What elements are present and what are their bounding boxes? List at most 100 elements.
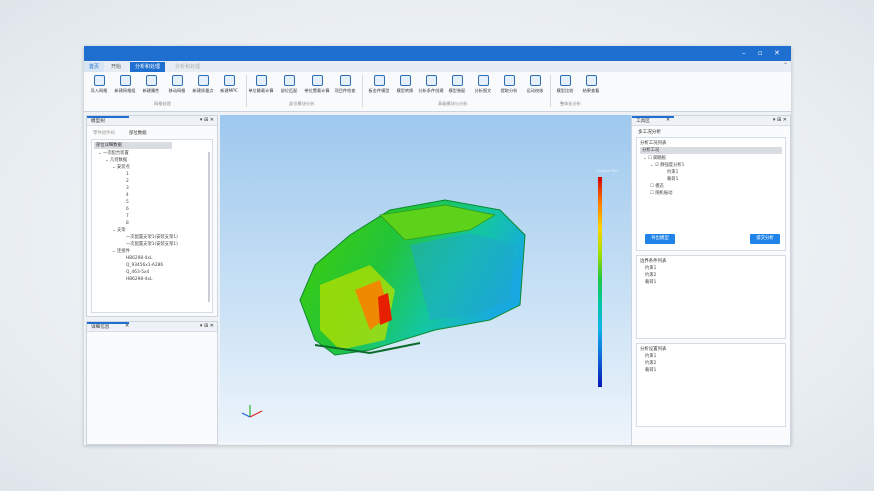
close-tab-icon[interactable]: ✕ bbox=[125, 323, 129, 329]
tab-part-data[interactable]: 部位数据 bbox=[129, 130, 147, 136]
tree-item[interactable]: ⌄ 一次配合装置 bbox=[98, 150, 178, 157]
tree-item[interactable]: 8 bbox=[98, 220, 178, 227]
list-item[interactable]: 载荷1 bbox=[645, 279, 656, 286]
tab-analysis[interactable]: 分析和处理 bbox=[130, 62, 166, 72]
tree-item[interactable]: 4 bbox=[98, 192, 178, 199]
new-property-button[interactable]: 新建属性 bbox=[138, 75, 164, 94]
list-item[interactable]: 载荷1 bbox=[645, 367, 656, 374]
model-tree-panel: 模型树 ▾ ⊞ ✕ 零件组件树 部位数据 部位详细数据 ⌄ 一次配合装置 ⌄ 几… bbox=[86, 115, 218, 317]
tree-item[interactable]: 2 bbox=[98, 178, 178, 185]
restore-icon[interactable]: ▫ bbox=[758, 49, 763, 57]
analysis-report-button[interactable]: 分析报文 bbox=[470, 75, 496, 94]
ribbon-separator bbox=[362, 75, 363, 107]
property-icon bbox=[145, 75, 157, 86]
panel-header: 模型树 ▾ ⊞ ✕ bbox=[87, 116, 217, 126]
mass-point-icon bbox=[197, 75, 209, 86]
list-item[interactable]: 约束1 bbox=[645, 353, 656, 360]
list-item[interactable]: 约束2 bbox=[645, 360, 656, 367]
unit-static-calc-button[interactable]: 单位静载计算 bbox=[248, 75, 274, 94]
part-check-button[interactable]: 项目件检查 bbox=[332, 75, 358, 94]
panel-title: 详细信息 bbox=[91, 325, 110, 330]
minimize-icon[interactable]: – bbox=[742, 49, 746, 57]
model-assembly-button[interactable]: 模型装配 bbox=[444, 75, 470, 94]
check-icon bbox=[339, 75, 351, 86]
new-mpc-button[interactable]: 新建MPC bbox=[216, 75, 242, 94]
tab-home[interactable]: 首页 bbox=[84, 62, 105, 72]
list-title: 分析设置列表 bbox=[640, 347, 667, 352]
motion-check-button[interactable]: 运动校核 bbox=[522, 75, 548, 94]
tree-item[interactable]: 约束1 bbox=[643, 169, 684, 176]
export-model-button[interactable]: 导出模型 bbox=[645, 234, 675, 244]
button-label: 新建属性 bbox=[142, 88, 160, 93]
tree-item[interactable]: 7 bbox=[98, 213, 178, 220]
mesh-group-icon bbox=[119, 75, 131, 86]
tree-item[interactable]: Q_463-5x4 bbox=[98, 269, 178, 276]
tree-item[interactable]: HB6298-4xL bbox=[98, 276, 178, 283]
submit-analysis-button[interactable]: 提交分析 bbox=[750, 234, 780, 244]
button-label: 分析报文 bbox=[474, 88, 492, 93]
close-icon[interactable]: ✕ bbox=[774, 49, 780, 57]
tree-item[interactable]: ☐ 模态 bbox=[643, 183, 684, 190]
constraint-list: 约束1 约束2 载荷1 bbox=[645, 265, 656, 286]
sheet-model-button[interactable]: 板金件模型 bbox=[366, 75, 392, 94]
analysis-condition-button[interactable]: 分析条件创建 bbox=[418, 75, 444, 94]
model-convert-button[interactable]: 模型转换 bbox=[392, 75, 418, 94]
report-icon bbox=[477, 75, 489, 86]
list-item[interactable]: 约束1 bbox=[645, 265, 656, 272]
ribbon-separator bbox=[246, 75, 247, 107]
ribbon-separator bbox=[550, 75, 551, 107]
panel-controls-icon[interactable]: ▾ ⊞ ✕ bbox=[200, 323, 214, 329]
tree-item[interactable]: ⌄ ☑ 静强度分析1 bbox=[643, 162, 684, 169]
position-load-button[interactable]: 带位置载计算 bbox=[304, 75, 330, 94]
tab-analysis-2[interactable]: 分析和处理 bbox=[170, 62, 205, 72]
tab-start[interactable]: 开始 bbox=[106, 62, 126, 72]
tab-part-tree[interactable]: 零件组件树 bbox=[93, 130, 115, 136]
tree-item[interactable]: ⌄ 安装点 bbox=[98, 164, 178, 171]
app-window: – ▫ ✕ 首页 开始 分析和处理 分析和处理 ⌃ 导入网格 新建网格组 新建属… bbox=[84, 46, 791, 446]
tree-item[interactable]: ⌄ 几何数据 bbox=[98, 157, 178, 164]
move-mesh-button[interactable]: 移动网格 bbox=[164, 75, 190, 94]
tree-item[interactable]: Q_93456x1-A286 bbox=[98, 262, 178, 269]
import-mesh-button[interactable]: 导入网格 bbox=[86, 75, 112, 94]
panel-header: 详细信息 ✕ ▾ ⊞ ✕ bbox=[87, 322, 217, 332]
chevron-up-icon[interactable]: ⌃ bbox=[783, 62, 788, 69]
3d-viewport[interactable]: Contour Plot bbox=[220, 115, 634, 444]
part-match-button[interactable]: 部位匹配 bbox=[276, 75, 302, 94]
list-item[interactable]: 约束2 bbox=[645, 272, 656, 279]
button-label: 模型装配 bbox=[448, 88, 466, 93]
tree-item[interactable]: 一次配置支架1(安装支架1) bbox=[98, 241, 178, 248]
mpc-icon bbox=[223, 75, 235, 86]
convert-icon bbox=[399, 75, 411, 86]
tree-item[interactable]: 3 bbox=[98, 185, 178, 192]
close-icon[interactable]: ▾ ⊞ ✕ bbox=[200, 117, 214, 123]
model-compare-button[interactable]: 模型比较 bbox=[552, 75, 578, 94]
extract-analysis-button[interactable]: 提取分析 bbox=[496, 75, 522, 94]
tree-item[interactable]: 载荷1 bbox=[643, 176, 684, 183]
legend-label: Contour Plot bbox=[596, 169, 618, 173]
tree-item[interactable]: 一次配置支架1(安装支架1) bbox=[98, 234, 178, 241]
tree-item[interactable]: 6 bbox=[98, 206, 178, 213]
ribbon: 导入网格 新建网格组 新建属性 移动网格 新建质量点 新建MPC 单位静载计算 … bbox=[84, 72, 791, 112]
setting-list-box: 分析设置列表 约束1 约束2 载荷1 bbox=[636, 343, 786, 427]
new-mass-point-button[interactable]: 新建质量点 bbox=[190, 75, 216, 94]
tree-item[interactable]: ⌄ 连接件 bbox=[98, 248, 178, 255]
wrench-icon bbox=[373, 75, 385, 86]
setting-list: 约束1 约束2 载荷1 bbox=[645, 353, 656, 374]
tree-item[interactable]: 1 bbox=[98, 171, 178, 178]
tree-scrollbar[interactable] bbox=[208, 152, 210, 302]
button-label: 板金件模型 bbox=[368, 88, 390, 93]
close-tab-icon[interactable]: ✕ bbox=[666, 117, 670, 123]
tree-item[interactable]: ⌄ 支架 bbox=[98, 227, 178, 234]
tree-item[interactable]: ⌄ ☐ 脚踏板 bbox=[643, 155, 684, 162]
new-mesh-group-button[interactable]: 新建网格组 bbox=[112, 75, 138, 94]
tree-item[interactable]: 5 bbox=[98, 199, 178, 206]
result-view-button[interactable]: 结果查看 bbox=[578, 75, 604, 94]
button-label: 模型比较 bbox=[556, 88, 574, 93]
panel-controls-icon[interactable]: ▾ ⊞ ✕ bbox=[773, 117, 787, 123]
button-label: 模型转换 bbox=[396, 88, 414, 93]
detail-panel: 详细信息 ✕ ▾ ⊞ ✕ bbox=[86, 321, 218, 445]
tree-item[interactable]: HB6298-4xL bbox=[98, 255, 178, 262]
button-label: 结果查看 bbox=[582, 88, 600, 93]
tree-item[interactable]: ☐ 随机振动 bbox=[643, 190, 684, 197]
panel-title: 工具区 bbox=[636, 119, 650, 124]
